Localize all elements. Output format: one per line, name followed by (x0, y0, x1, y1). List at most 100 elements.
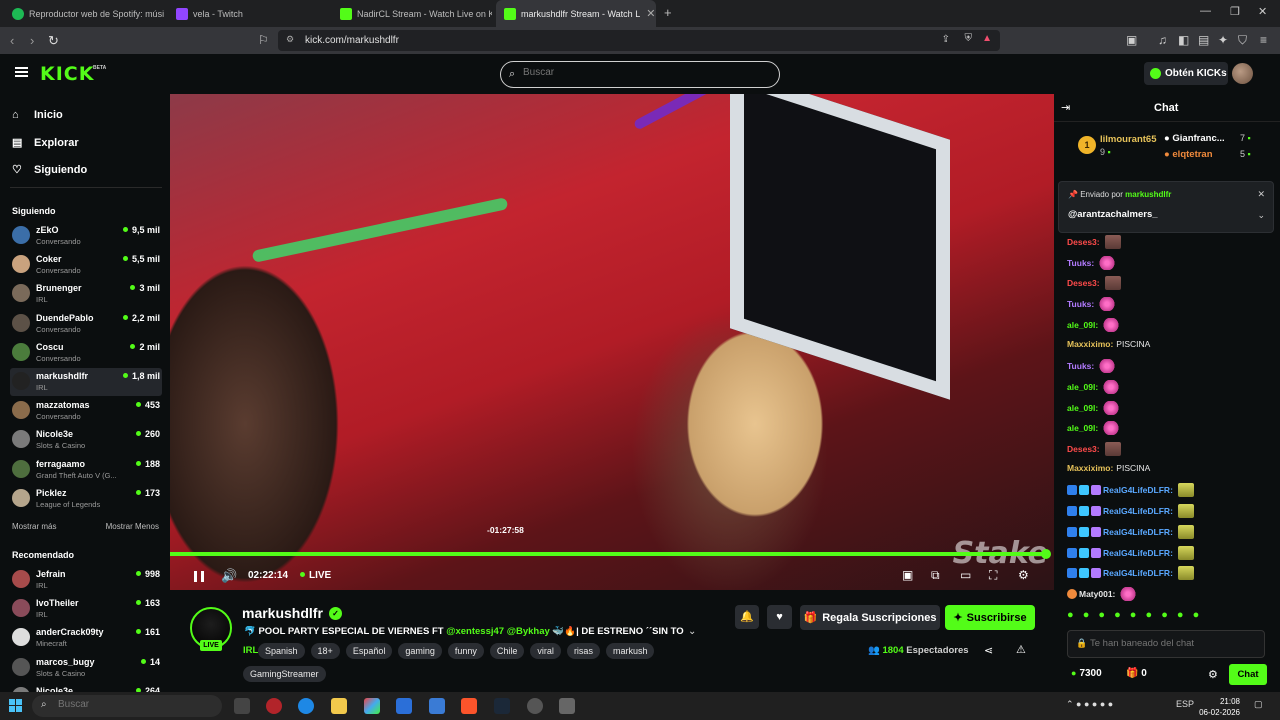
chat-username[interactable]: Deses3: (1067, 278, 1100, 288)
chat-username[interactable]: RealG4LifeDLFR: (1103, 506, 1173, 516)
chat-message[interactable]: RealG4LifeDLFR: (1067, 566, 1194, 581)
sidebar-channel-item[interactable]: IvoTheiler IRL 163 (10, 595, 162, 623)
streamer-name[interactable]: markushdlfr (242, 605, 323, 621)
chat-message[interactable]: Maty001: (1067, 586, 1137, 601)
copilot-icon[interactable] (364, 698, 380, 714)
rewards-icon[interactable]: ▲ (982, 33, 992, 44)
search-input[interactable] (523, 67, 763, 78)
task-view-icon[interactable] (234, 698, 250, 714)
chat-username[interactable]: ale_09l: (1067, 423, 1098, 433)
chat-username[interactable]: Maxxiximo: (1067, 463, 1113, 473)
sidebar-channel-item[interactable]: Coker Conversando 5,5 mil (10, 251, 162, 279)
show-more-link[interactable]: Mostrar más (12, 522, 56, 531)
chat-message[interactable]: Maxxiximo: PISCINA (1067, 463, 1150, 473)
chat-username[interactable]: ale_09l: (1067, 320, 1098, 330)
show-less-link[interactable]: Mostrar Menos (106, 522, 159, 531)
clock[interactable]: 21:08 06-02-2026 (1199, 696, 1240, 718)
store-icon[interactable] (396, 698, 412, 714)
maximize-icon[interactable]: ❐ (1230, 5, 1240, 18)
chat-message[interactable]: ale_09l: (1067, 317, 1120, 332)
live-indicator[interactable]: LIVE (300, 570, 331, 581)
mini-player-icon[interactable]: ▣ (902, 568, 913, 582)
settings-icon[interactable]: ⚙ (1018, 568, 1029, 582)
close-window-icon[interactable]: ✕ (1258, 5, 1267, 18)
browser-tab[interactable]: Reproductor web de Spotify: música (4, 0, 164, 27)
sidebar-channel-item[interactable]: marcos_bugy Slots & Casino 14 (10, 654, 162, 682)
close-tab-icon[interactable]: ✕ (640, 7, 655, 20)
new-tab-button[interactable]: + (664, 5, 672, 20)
volume-icon[interactable]: 🔊 (221, 568, 237, 584)
sidebar-channel-item[interactable]: ferragaamo Grand Theft Auto V (G... 188 (10, 456, 162, 484)
chevron-down-icon[interactable]: ⌄ (688, 626, 696, 637)
get-kicks-button[interactable]: Obtén KICKs (1144, 62, 1228, 85)
app-icon[interactable] (527, 698, 543, 714)
reload-icon[interactable]: ↻ (48, 33, 59, 49)
chat-message[interactable]: Deses3: (1067, 235, 1121, 249)
taskbar-search-input[interactable] (58, 699, 178, 710)
chat-settings-icon[interactable]: ⚙ (1208, 668, 1218, 681)
sidebar-channel-item[interactable]: Brunenger IRL 3 mil (10, 280, 162, 308)
report-icon[interactable]: ⚠ (1016, 643, 1026, 656)
tag[interactable]: viral (530, 643, 561, 659)
chat-message[interactable]: RealG4LifeDLFR: (1067, 524, 1194, 539)
subscribe-button[interactable]: ✦ Suscribirse (945, 605, 1035, 630)
mail-icon[interactable] (429, 698, 445, 714)
browser-tab[interactable]: NadirCL Stream - Watch Live on K (332, 0, 492, 27)
fullscreen-icon[interactable]: ⛶ (989, 568, 997, 583)
chat-username[interactable]: Maty001: (1079, 589, 1115, 599)
seek-bar[interactable] (170, 549, 1051, 559)
tag[interactable]: markush (605, 643, 655, 659)
file-explorer-icon[interactable] (331, 698, 347, 714)
chat-username[interactable]: RealG4LifeDLFR: (1103, 485, 1173, 495)
chat-username[interactable]: Tuuks: (1067, 258, 1094, 268)
wallet-icon[interactable]: ▤ (1198, 33, 1209, 47)
chat-username[interactable]: ale_09l: (1067, 382, 1098, 392)
shield-icon[interactable]: ⛨ (965, 33, 973, 44)
seek-handle[interactable] (1040, 549, 1051, 559)
share-icon[interactable]: ⇪ (942, 34, 950, 45)
chat-username[interactable]: RealG4LifeDLFR: (1103, 548, 1173, 558)
chat-message[interactable]: RealG4LifeDLFR: (1067, 545, 1194, 560)
tray-icons[interactable]: ⌃ ● ● ● ● ● (1066, 699, 1113, 710)
chat-username[interactable]: RealG4LifeDLFR: (1103, 568, 1173, 578)
reading-mode-icon[interactable]: ▣ (1126, 33, 1137, 47)
sidebar-channel-item[interactable]: Coscu Conversando 2 mil (10, 339, 162, 367)
collapse-chat-icon[interactable]: ⇥ (1061, 101, 1070, 114)
chat-message[interactable]: Tuuks: (1067, 297, 1116, 312)
chevron-down-icon[interactable]: ⌄ (1257, 210, 1265, 221)
video-player[interactable]: Stake -01:27:58 🔊 02:22:14 LIVE ▣ ⧉ ▭ ⛶ … (170, 94, 1054, 590)
steam-icon[interactable] (494, 698, 510, 714)
tag[interactable]: gaming (398, 643, 442, 659)
chat-message[interactable]: ale_09l: (1067, 379, 1120, 394)
nav-explorar[interactable]: ▤ Explorar (12, 136, 79, 150)
leader-name[interactable]: lilmourant65 (1100, 134, 1157, 145)
chat-send-button[interactable]: Chat (1229, 664, 1267, 685)
tag[interactable]: Spanish (258, 643, 305, 659)
chat-message[interactable]: RealG4LifeDLFR: (1067, 504, 1194, 519)
chat-message[interactable]: RealG4LifeDLFR: (1067, 483, 1194, 498)
leader-name[interactable]: ● Gianfranc... (1164, 133, 1225, 144)
forward-icon[interactable]: › (30, 33, 34, 48)
gift-subs-button[interactable]: 🎁 Regala Suscripciones (800, 605, 940, 630)
ai-icon[interactable]: ✦ (1218, 33, 1228, 47)
follow-heart-button[interactable]: ♥ (767, 605, 792, 629)
chat-username[interactable]: ale_09l: (1067, 403, 1098, 413)
mention-link[interactable]: @xentessj47 (446, 626, 504, 637)
chat-username[interactable]: Deses3: (1067, 444, 1100, 454)
search-box[interactable]: ⌕ (500, 61, 780, 88)
sidebar-channel-item[interactable]: DuendePablo Conversando 2,2 mil (10, 310, 162, 338)
tag[interactable]: 18+ (310, 643, 340, 659)
pinned-message[interactable]: 📌 Enviado por markushdlfr @arantzachalme… (1058, 181, 1274, 233)
chat-message[interactable]: Tuuks: (1067, 255, 1116, 270)
nav-inicio[interactable]: ⌂ Inicio (12, 109, 63, 121)
chat-message[interactable]: ale_09l: (1067, 421, 1120, 436)
chat-message[interactable]: ale_09l: (1067, 400, 1120, 415)
sidebar-icon[interactable]: ◧ (1178, 33, 1189, 47)
sidebar-channel-item[interactable]: Jefrain IRL 998 (10, 566, 162, 594)
chat-message[interactable]: Deses3: (1067, 276, 1121, 291)
channel-points[interactable]: 7300 (1071, 668, 1101, 679)
tag[interactable]: funny (447, 643, 484, 659)
leader-name[interactable]: ● elqtetran (1164, 149, 1213, 160)
chat-message[interactable]: Deses3: (1067, 442, 1121, 456)
gift-count[interactable]: 🎁 0 (1126, 668, 1147, 679)
